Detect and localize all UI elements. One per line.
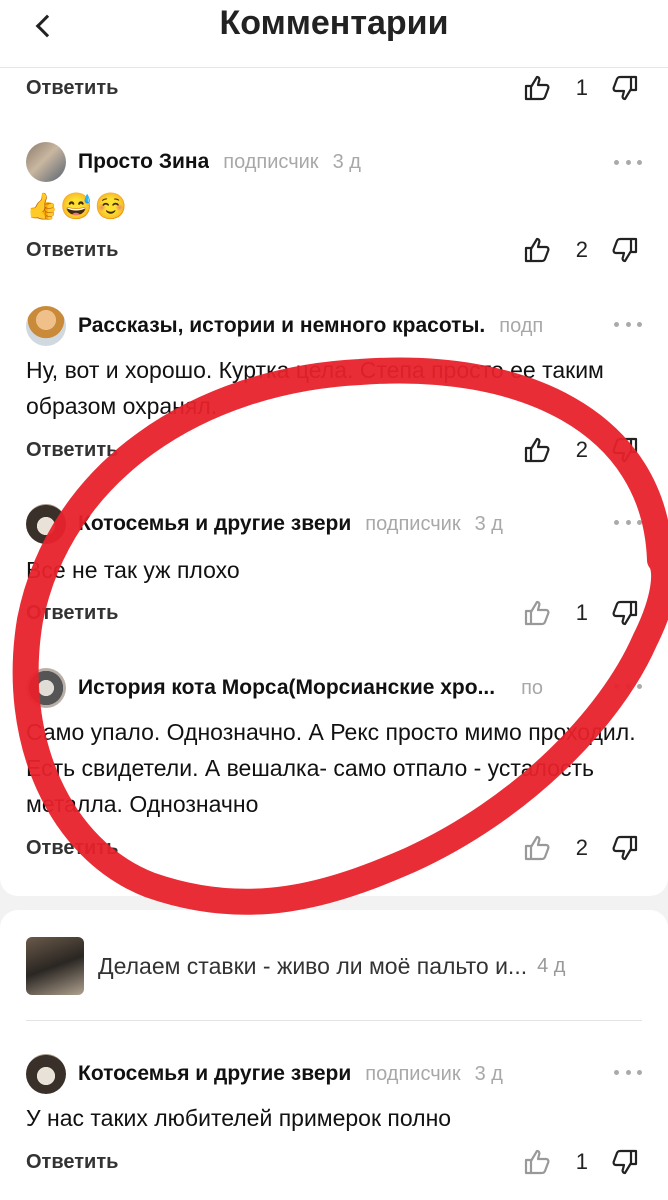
- thumbs-down-icon[interactable]: [610, 73, 640, 103]
- reply-button[interactable]: Ответить: [26, 837, 118, 860]
- thumbs-up-icon[interactable]: [522, 435, 552, 465]
- like-count: 2: [575, 237, 588, 262]
- author-role: подписчик: [223, 150, 319, 173]
- comment-text: Все не так уж плохо: [26, 557, 240, 583]
- comment-text: Само упало. Однозначно. А Рекс просто ми…: [26, 719, 636, 817]
- more-options-icon[interactable]: [614, 516, 642, 528]
- more-options-icon[interactable]: [614, 680, 642, 692]
- comment-actions: Ответить 1: [26, 1144, 640, 1180]
- author-role: подп: [499, 314, 544, 337]
- page-title: Комментарии: [219, 4, 449, 42]
- thumbs-up-icon[interactable]: [522, 598, 552, 628]
- thumbs-up-icon[interactable]: [522, 73, 552, 103]
- thread-thumbnail: [26, 937, 84, 995]
- reply-button[interactable]: Ответить: [26, 77, 118, 100]
- thumbs-down-icon[interactable]: [610, 598, 640, 628]
- top-bar: Комментарии: [0, 0, 668, 68]
- avatar[interactable]: [26, 306, 66, 346]
- chevron-left-icon: [35, 14, 59, 38]
- author-role: по: [521, 676, 544, 699]
- comment-actions: Ответить 1: [26, 595, 640, 631]
- comment-text: У нас таких любителей примерок полно: [26, 1105, 452, 1131]
- comment-author[interactable]: Просто Зина: [78, 150, 209, 174]
- thread-card: Делаем ставки - живо ли моё пальто и... …: [0, 910, 668, 1200]
- comment-time: 3 д: [474, 512, 503, 535]
- back-button[interactable]: [24, 6, 64, 46]
- like-count: 2: [575, 835, 588, 860]
- reply-button[interactable]: Ответить: [26, 439, 118, 462]
- more-options-icon[interactable]: [614, 1066, 642, 1078]
- comment-text: Ну, вот и хорошо. Куртка цела. Степа про…: [26, 357, 604, 419]
- reply-button[interactable]: Ответить: [26, 602, 118, 625]
- comment-author[interactable]: История кота Морса(Морсианские хро...: [78, 676, 495, 700]
- more-options-icon[interactable]: [614, 156, 642, 168]
- thumbs-down-icon[interactable]: [610, 235, 640, 265]
- comment-author[interactable]: Рассказы, истории и немного красоты.: [78, 314, 485, 338]
- like-count: 1: [575, 75, 588, 100]
- avatar[interactable]: [26, 504, 66, 544]
- comment-actions: Ответить 2: [26, 432, 640, 468]
- comment-time: 3 д: [474, 1062, 503, 1085]
- comments-card: Ответить 1 Просто Зина подписчик 3 д 👍😅☺…: [0, 68, 668, 896]
- like-count: 1: [575, 1149, 588, 1174]
- reply-button[interactable]: Ответить: [26, 239, 118, 262]
- thread-time: 4 д: [537, 954, 566, 977]
- like-count: 1: [575, 600, 588, 625]
- thumbs-down-icon[interactable]: [610, 435, 640, 465]
- avatar[interactable]: [26, 1054, 66, 1094]
- comment-actions: Ответить 1: [26, 70, 640, 106]
- comment-time: 3 д: [332, 150, 361, 173]
- comment-actions: Ответить 2: [26, 232, 640, 268]
- author-role: подписчик: [365, 512, 461, 535]
- thumbs-up-icon[interactable]: [522, 1147, 552, 1177]
- thumbs-up-icon[interactable]: [522, 833, 552, 863]
- avatar[interactable]: [26, 142, 66, 182]
- divider: [26, 1020, 642, 1021]
- like-count: 2: [575, 437, 588, 462]
- comment-author[interactable]: Котосемья и другие звери: [78, 512, 351, 536]
- comment-author[interactable]: Котосемья и другие звери: [78, 1062, 351, 1086]
- thread-link[interactable]: Делаем ставки - живо ли моё пальто и... …: [26, 934, 642, 998]
- more-options-icon[interactable]: [614, 318, 642, 330]
- reply-button[interactable]: Ответить: [26, 1151, 118, 1174]
- avatar[interactable]: [26, 668, 66, 708]
- thumbs-up-icon[interactable]: [522, 235, 552, 265]
- thread-title: Делаем ставки - живо ли моё пальто и...: [98, 952, 528, 979]
- comment-actions: Ответить 2: [26, 830, 640, 866]
- comment-text: 👍😅☺️: [26, 191, 130, 221]
- author-role: подписчик: [365, 1062, 461, 1085]
- thumbs-down-icon[interactable]: [610, 1147, 640, 1177]
- thumbs-down-icon[interactable]: [610, 833, 640, 863]
